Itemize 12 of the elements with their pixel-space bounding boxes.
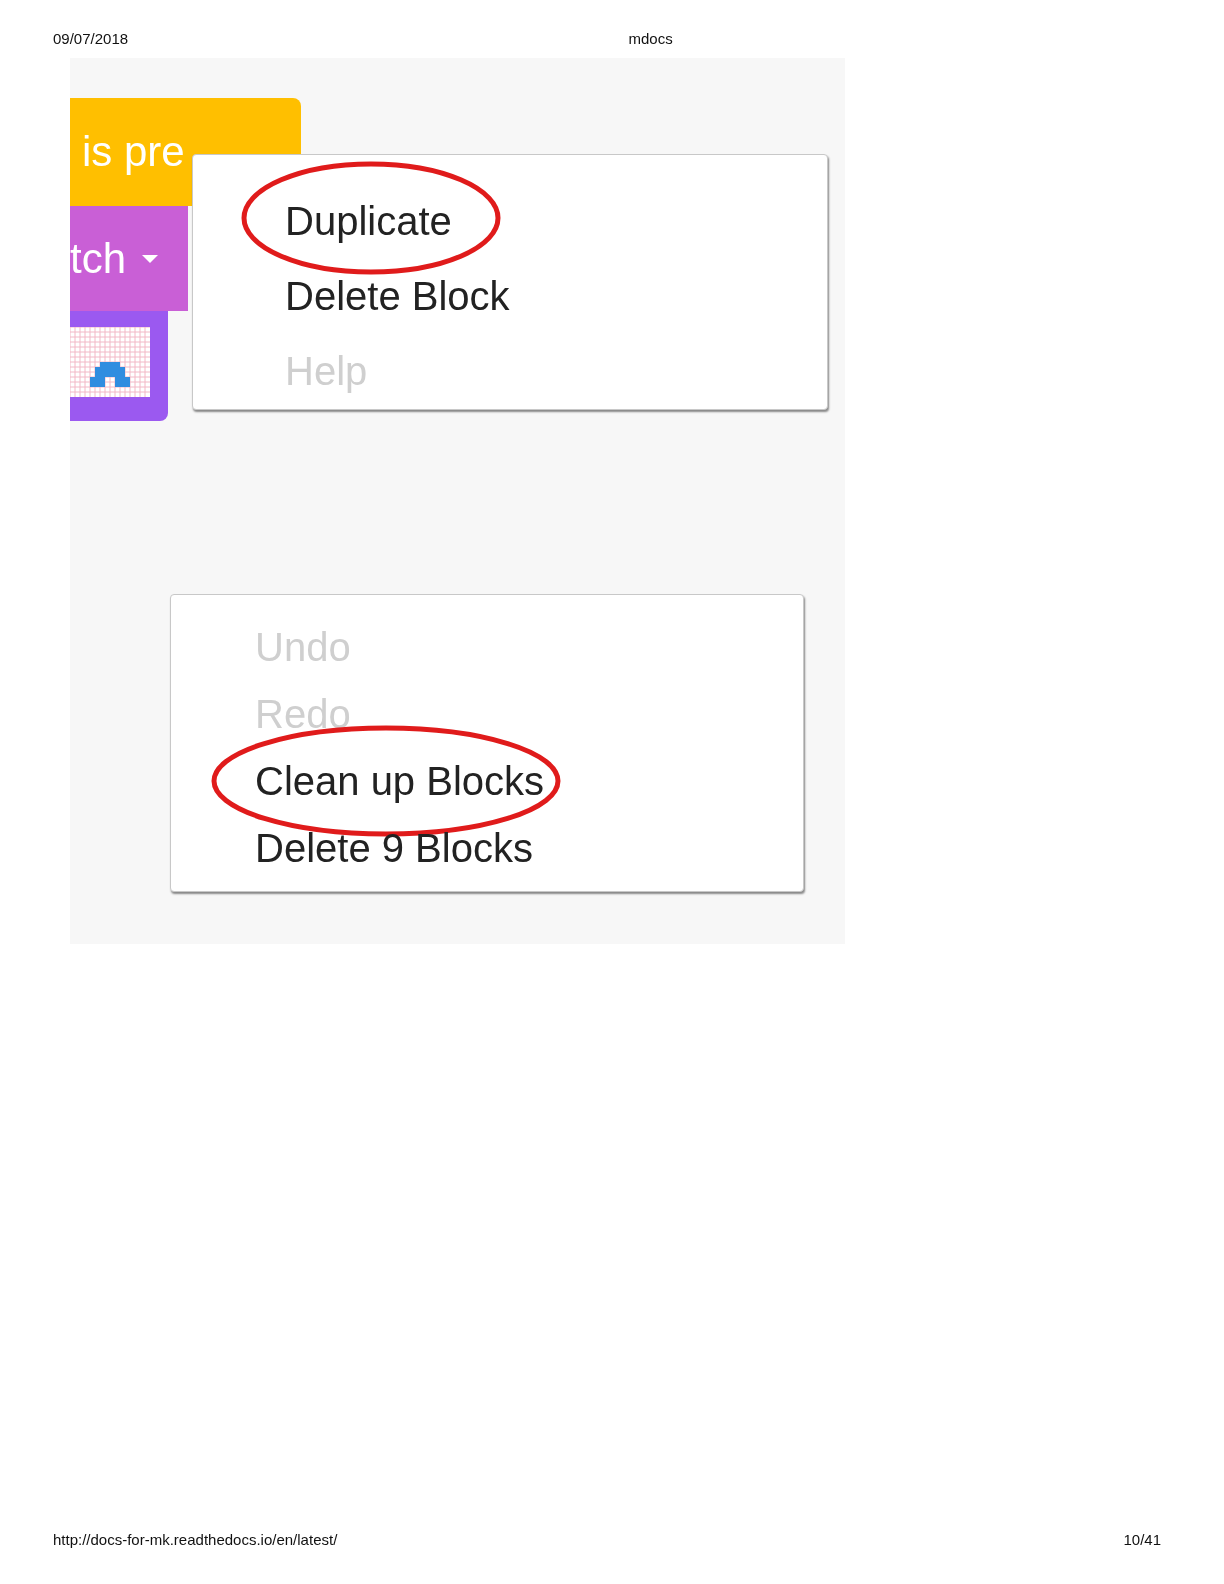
led-grid-icon [70, 327, 150, 397]
menu-item[interactable]: Clean up Blocks [255, 747, 803, 814]
page-url: http://docs-for-mk.readthedocs.io/en/latest/ [53, 1531, 338, 1548]
block-label: tch [70, 237, 127, 280]
dropdown-block[interactable]: tch [70, 206, 188, 311]
block-label: is pre [82, 131, 185, 173]
page-number: 10/41 [1123, 1531, 1161, 1548]
image-block[interactable] [70, 311, 168, 421]
menu-item[interactable]: Delete 9 Blocks [255, 814, 803, 881]
page-title: mdocs [628, 30, 674, 49]
caret-icon [140, 252, 161, 265]
menu-item[interactable]: Delete Block [285, 258, 827, 334]
